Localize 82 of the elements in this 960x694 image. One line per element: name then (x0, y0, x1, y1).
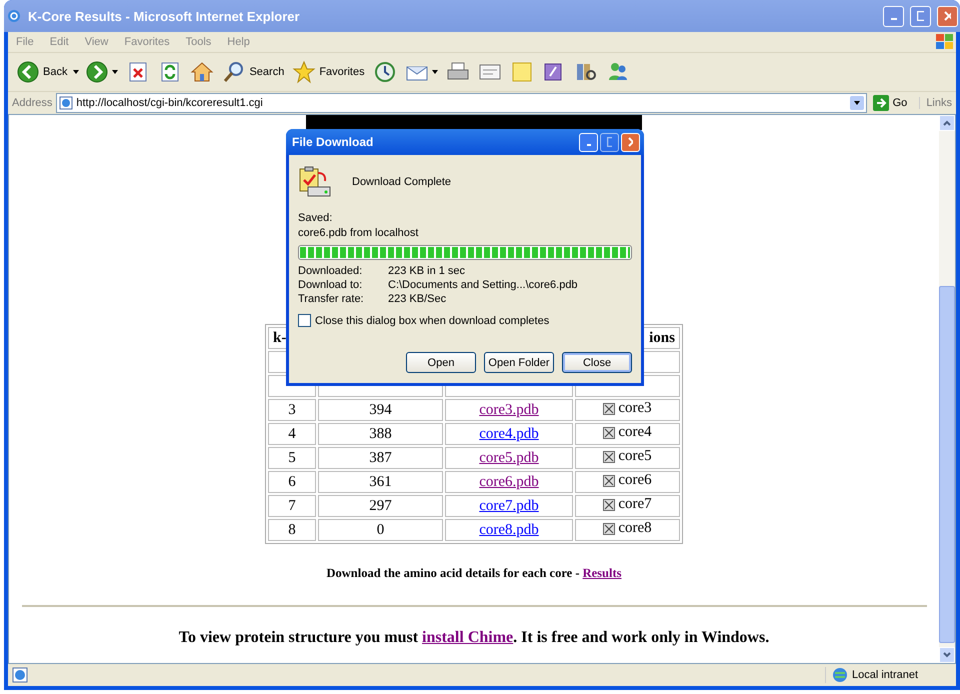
detail-value: C:\Documents and Setting...\core6.pdb (388, 279, 579, 291)
status-message: Download Complete (352, 176, 452, 188)
scroll-up-icon[interactable] (939, 115, 955, 131)
image-alt-text: core3 (618, 400, 652, 418)
back-icon[interactable] (16, 60, 40, 84)
minimize-button[interactable] (579, 132, 598, 152)
clipboard-drive-icon (298, 165, 332, 199)
maximize-icon[interactable] (607, 137, 612, 147)
table-cell: 6 (268, 471, 316, 493)
source-text: core6.pdb from localhost (298, 227, 420, 239)
broken-image-icon (603, 426, 616, 439)
detail-value: 223 KB/Sec (388, 293, 448, 305)
close-icon[interactable] (628, 137, 633, 147)
broken-image-icon (603, 402, 616, 415)
table-cell: 8 (268, 519, 316, 541)
page-icon (12, 667, 28, 683)
home-icon[interactable] (190, 60, 214, 84)
dropdown-icon[interactable] (850, 96, 864, 110)
table-cell: 4 (268, 423, 316, 445)
go-button[interactable]: Go (870, 95, 916, 111)
detail-label: Downloaded: (298, 265, 364, 277)
results-link[interactable]: Results (582, 566, 622, 580)
close-button[interactable] (621, 132, 640, 152)
arrow-icon[interactable] (872, 95, 889, 111)
url-text: http://localhost/cgi-bin/kcoreresult1.cgi (76, 97, 263, 109)
broken-image-icon (603, 474, 616, 487)
page-icon (59, 96, 74, 110)
dialog-button[interactable]: Close (562, 352, 632, 373)
dialog-title: File Download (292, 135, 374, 149)
image-alt-text: core5 (618, 448, 652, 466)
table-cell: 7 (268, 495, 316, 517)
history-icon[interactable] (372, 60, 397, 84)
table-cell: 3 (268, 399, 316, 421)
flag-logo-icon (934, 33, 956, 51)
caret-icon[interactable] (73, 70, 80, 74)
search-button[interactable]: Search (220, 58, 286, 86)
image-alt-text: core4 (618, 424, 652, 442)
image-alt-text: core6 (618, 472, 652, 490)
checkbox-label[interactable]: Close this dialog box when download completes (315, 314, 550, 326)
image-alt-text: core8 (618, 520, 652, 538)
scroll-down-icon[interactable] (939, 647, 955, 663)
maximize-icon[interactable] (917, 11, 924, 21)
globe-icon (832, 667, 848, 683)
checkbox[interactable] (298, 314, 311, 327)
install-link[interactable]: install Chime (422, 629, 514, 646)
image-alt-text: core7 (618, 496, 652, 514)
detail-value: 223 KB in 1 sec (388, 265, 466, 277)
minimize-button[interactable] (883, 6, 904, 26)
address-field[interactable]: http://localhost/cgi-bin/kcoreresult1.cgi (56, 93, 867, 113)
table-cell: 387 (318, 447, 443, 469)
window-title: K-Core Results - Microsoft Internet Explorer (28, 8, 301, 24)
scrollbar-thumb[interactable] (939, 286, 955, 643)
table-cell: 394 (318, 399, 443, 421)
download-note: Download the amino acid details for each core - Results (326, 566, 622, 581)
table-cell: 297 (318, 495, 443, 517)
detail-label: Transfer rate: (298, 293, 365, 305)
saved-label: Saved: (298, 212, 334, 224)
table-cell: 388 (318, 423, 443, 445)
favorites-icon[interactable] (292, 60, 316, 84)
caret-icon[interactable] (432, 70, 438, 74)
links-label[interactable]: Links (919, 97, 952, 109)
table-cell: 5 (268, 447, 316, 469)
broken-image-icon (603, 522, 616, 535)
forward-icon[interactable] (85, 60, 110, 84)
dialog-button[interactable]: Open Folder (484, 352, 554, 373)
close-icon[interactable] (944, 11, 951, 21)
maximize-button[interactable] (910, 6, 931, 26)
zone-label: Local intranet (852, 669, 918, 681)
back-button[interactable]: Back (14, 58, 70, 86)
maximize-button[interactable] (600, 132, 619, 152)
browser-icon (6, 8, 22, 24)
caret-icon[interactable] (112, 70, 118, 74)
dialog-button[interactable]: Open (406, 352, 476, 373)
chime-note: To view protein structure you must install Chime. It is free and work only in Windows. (178, 629, 770, 647)
address-label: Address (12, 97, 52, 109)
close-button[interactable] (937, 6, 958, 26)
favorites-button[interactable]: Favorites (290, 58, 367, 86)
table-cell: 361 (318, 471, 443, 493)
table-cell: 0 (318, 519, 443, 541)
broken-image-icon (603, 450, 616, 463)
broken-image-icon (603, 498, 616, 511)
detail-label: Download to: (298, 279, 364, 291)
